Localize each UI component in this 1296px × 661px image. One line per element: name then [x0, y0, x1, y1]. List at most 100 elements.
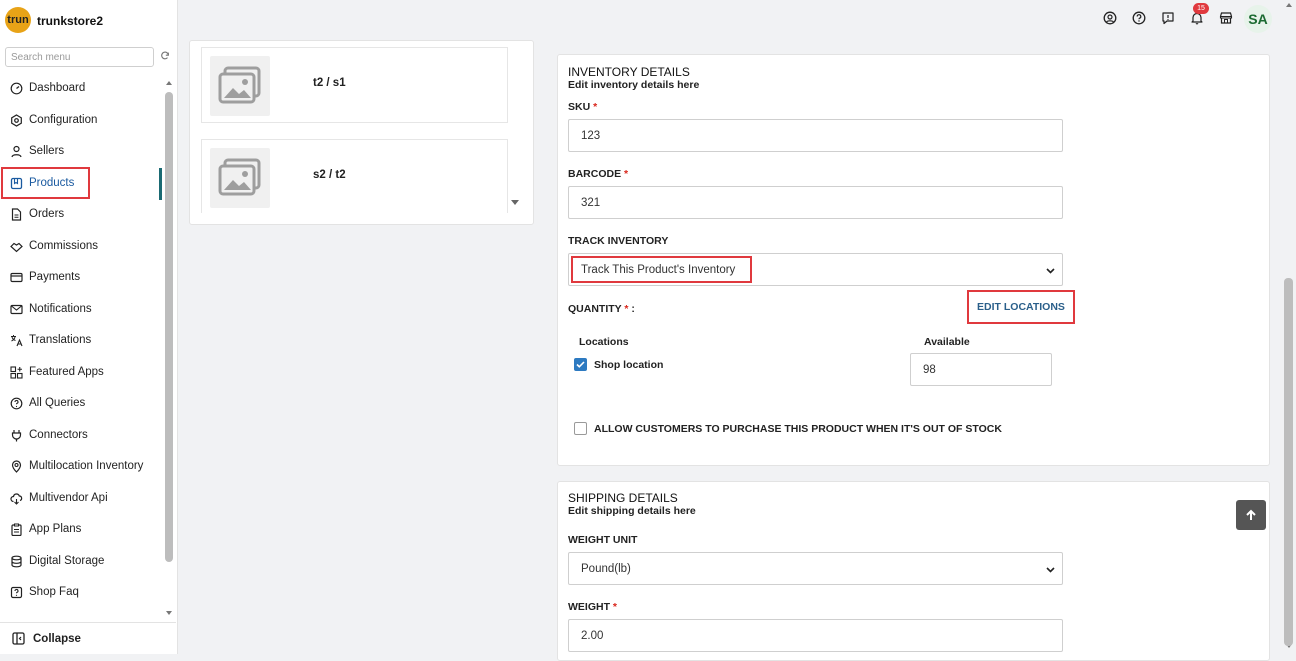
collapse-icon	[12, 632, 25, 645]
locations-column-header: Locations	[579, 336, 629, 348]
sidebar-item-label: Notifications	[29, 303, 92, 315]
sidebar-item-sellers[interactable]: Sellers	[10, 140, 64, 162]
translate-icon	[11, 334, 23, 346]
sidebar-item-digital-storage[interactable]: Digital Storage	[10, 550, 104, 572]
feedback-icon[interactable]	[1161, 11, 1175, 25]
sidebar-item-label: Featured Apps	[29, 366, 104, 378]
search-menu-input[interactable]	[5, 47, 154, 67]
image-placeholder-icon	[210, 56, 270, 116]
barcode-input[interactable]: 321	[568, 186, 1063, 219]
store-logo[interactable]: trun	[5, 7, 31, 33]
sidebar-item-all-queries[interactable]: All Queries	[10, 392, 85, 414]
store-icon[interactable]	[1219, 11, 1233, 25]
user-icon	[11, 145, 22, 157]
shipping-subtitle: Edit shipping details here	[568, 505, 696, 517]
sidebar-item-label: Shop Faq	[29, 586, 79, 598]
refresh-icon[interactable]	[160, 51, 170, 61]
sidebar-item-translations[interactable]: Translations	[10, 329, 91, 351]
variant-title: s2 / t2	[313, 169, 346, 181]
available-column-header: Available	[924, 336, 970, 348]
shop-location-checkbox[interactable]	[574, 358, 587, 371]
document-icon	[11, 207, 22, 221]
chevron-down-icon	[1046, 567, 1055, 573]
sidebar-item-notifications[interactable]: Notifications	[10, 298, 92, 320]
variant-title: t2 / s1	[313, 77, 346, 89]
products-highlight-box	[1, 167, 90, 199]
sidebar-item-label: Commissions	[29, 240, 99, 252]
variant-row[interactable]: t2 / s1	[201, 47, 508, 123]
weight-label: WEIGHT *	[568, 601, 618, 613]
plug-icon	[11, 429, 22, 441]
track-inventory-label: TRACK INVENTORY	[568, 235, 669, 247]
sidebar-item-label: Dashboard	[29, 82, 86, 94]
allow-out-of-stock-label: ALLOW CUSTOMERS TO PURCHASE THIS PRODUCT…	[594, 423, 1002, 435]
gauge-icon	[10, 82, 23, 94]
edit-locations-button[interactable]: EDIT LOCATIONS	[969, 292, 1073, 322]
sidebar-item-label: Multilocation Inventory	[29, 460, 144, 472]
chevron-down-icon	[1046, 268, 1055, 274]
weight-unit-label: WEIGHT UNIT	[568, 534, 638, 546]
scroll-to-top-button[interactable]	[1236, 500, 1266, 530]
sidebar-item-label: Digital Storage	[29, 555, 105, 567]
collapse-button[interactable]: Collapse	[0, 622, 176, 654]
apps-icon	[10, 365, 23, 379]
available-quantity-input[interactable]: 98	[910, 353, 1052, 386]
sidebar-item-label: Sellers	[29, 145, 65, 157]
sidebar-item-dashboard[interactable]: Dashboard	[10, 77, 85, 99]
active-item-indicator	[159, 168, 162, 200]
arrow-up-icon	[1246, 509, 1256, 520]
page-scrollbar-thumb[interactable]	[1284, 278, 1293, 646]
shipping-title: SHIPPING DETAILS	[568, 491, 678, 505]
quantity-label: QUANTITY * :	[568, 303, 635, 315]
inventory-subtitle: Edit inventory details here	[568, 79, 700, 91]
inventory-title: INVENTORY DETAILS	[568, 65, 690, 79]
sidebar-item-payments[interactable]: Payments	[10, 266, 80, 288]
sidebar-item-shop-faq[interactable]: Shop Faq	[10, 581, 79, 603]
shop-location-label: Shop location	[594, 359, 664, 371]
allow-out-of-stock-checkbox[interactable]	[574, 422, 587, 435]
sidebar-item-connectors[interactable]: Connectors	[10, 424, 88, 446]
weight-unit-select[interactable]: Pound(lb)	[568, 552, 1063, 585]
location-icon	[11, 459, 22, 473]
notification-badge: 15	[1193, 3, 1209, 14]
sidebar-item-app-plans[interactable]: App Plans	[10, 518, 81, 540]
settings-icon	[11, 113, 22, 127]
sidebar-item-orders[interactable]: Orders	[10, 203, 64, 225]
cloud-icon	[10, 492, 23, 505]
user-avatar[interactable]: SA	[1244, 5, 1272, 33]
sidebar-item-label: Configuration	[29, 114, 98, 126]
account-circle-icon[interactable]	[1103, 11, 1117, 25]
sidebar-item-multilocation-inventory[interactable]: Multilocation Inventory	[10, 455, 143, 477]
sidebar-item-configuration[interactable]: Configuration	[10, 109, 97, 131]
help-icon[interactable]	[1132, 11, 1146, 25]
sku-input[interactable]: 123	[568, 119, 1063, 152]
barcode-label: BARCODE *	[568, 168, 629, 180]
handshake-icon	[10, 242, 23, 252]
list-scroll-down-icon[interactable]	[510, 199, 520, 207]
image-placeholder-icon	[210, 148, 270, 208]
checkmark-icon	[576, 361, 585, 368]
sidebar-scrollbar-thumb[interactable]	[165, 92, 173, 562]
variant-row[interactable]: s2 / t2	[201, 139, 508, 213]
database-icon	[11, 555, 22, 567]
card-icon	[10, 272, 23, 282]
sidebar-item-label: Orders	[29, 208, 65, 220]
store-name[interactable]: trunkstore2	[37, 14, 103, 28]
sidebar-item-multivendor-api[interactable]: Multivendor Api	[10, 487, 108, 509]
clipboard-icon	[11, 523, 22, 536]
sidebar-item-commissions[interactable]: Commissions	[10, 235, 98, 257]
faq-icon	[10, 586, 23, 598]
sidebar-item-label: All Queries	[29, 397, 86, 409]
mail-icon	[10, 304, 23, 314]
sidebar-item-label: Translations	[29, 334, 92, 346]
weight-input[interactable]: 2.00	[568, 619, 1063, 652]
question-icon	[10, 397, 23, 409]
sidebar-item-label: App Plans	[29, 523, 82, 535]
sidebar-item-label: Multivendor Api	[29, 492, 108, 504]
sidebar-item-featured-apps[interactable]: Featured Apps	[10, 361, 104, 383]
sidebar-item-label: Payments	[29, 271, 81, 283]
sku-label: SKU *	[568, 101, 598, 113]
sidebar-item-label: Connectors	[29, 429, 88, 441]
track-inventory-highlight-box	[571, 256, 752, 283]
collapse-label: Collapse	[33, 632, 81, 645]
